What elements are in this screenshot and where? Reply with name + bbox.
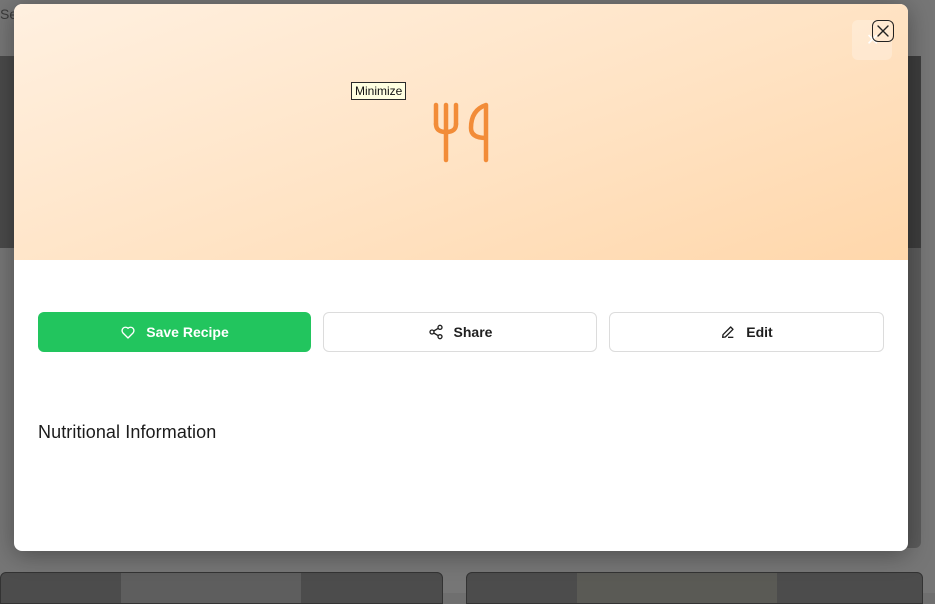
background-card-bottom-right [466,572,923,604]
recipe-modal: Minimize ✕ Save Recipe Share Edit Nutrit… [14,4,908,551]
close-button[interactable]: ✕ [852,20,894,60]
share-icon [428,324,443,340]
edit-button[interactable]: Edit [609,312,884,352]
background-card-right [906,56,921,548]
edit-label: Edit [746,324,773,340]
share-button[interactable]: Share [323,312,597,352]
share-label: Share [453,324,493,340]
heart-icon [121,326,135,339]
recipe-hero-banner: Minimize ✕ [14,4,908,260]
background-card-left [0,56,14,248]
save-recipe-label: Save Recipe [146,324,229,340]
pencil-icon [722,326,734,338]
background-card-bottom-left [0,572,443,604]
minimize-tooltip: Minimize [351,82,407,100]
save-recipe-button[interactable]: Save Recipe [38,312,311,352]
close-icon[interactable] [872,20,894,42]
recipe-actions: Save Recipe Share Edit [38,312,884,352]
nutritional-information-heading: Nutritional Information [38,422,217,442]
utensils-icon [433,102,489,163]
